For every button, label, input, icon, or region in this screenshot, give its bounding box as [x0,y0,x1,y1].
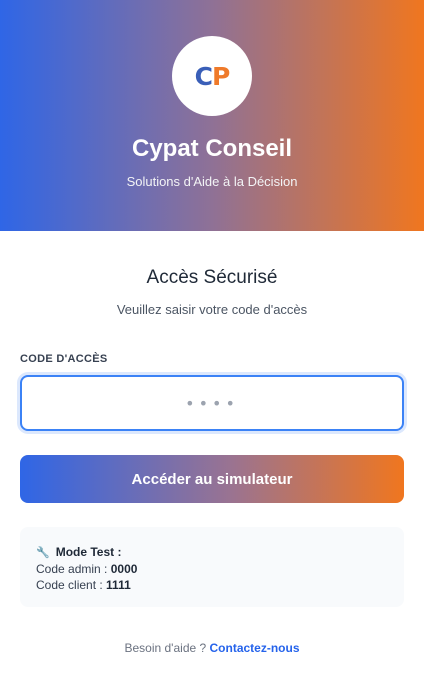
page-title: Accès Sécurisé [146,267,278,288]
access-code-input[interactable] [20,375,404,431]
admin-code-line: Code admin : 0000 [36,561,388,577]
logo-letter-p: P [212,61,230,91]
admin-code-label: Code admin : [36,562,111,576]
admin-code-value: 0000 [110,562,138,576]
wrench-icon: 🔧 [36,547,50,559]
brand-name: Cypat Conseil [131,135,293,162]
test-mode-heading: 🔧 Mode Test : [36,545,122,559]
logo: CP [172,36,252,116]
access-simulator-button[interactable]: Accéder au simulateur [20,455,404,503]
client-code-value: 1111 [106,578,131,592]
logo-letter-c: C [194,61,213,91]
contact-link[interactable]: Contactez-nous [210,641,300,655]
test-mode-panel: 🔧 Mode Test : Code admin : 0000 Code clie… [20,527,404,607]
access-code-label: CODE D'ACCÈS [20,353,108,365]
client-code-line: Code client : 1111 [36,577,388,593]
help-footer: Besoin d'aide ? Contactez-nous [0,641,424,655]
header-banner: CP Cypat Conseil Solutions d'Aide à la D… [0,0,424,231]
page-subtitle: Veuillez saisir votre code d'accès [116,302,308,317]
client-code-label: Code client : [36,578,107,592]
help-text: Besoin d'aide ? [124,641,210,655]
tagline: Solutions d'Aide à la Décision [126,174,298,189]
